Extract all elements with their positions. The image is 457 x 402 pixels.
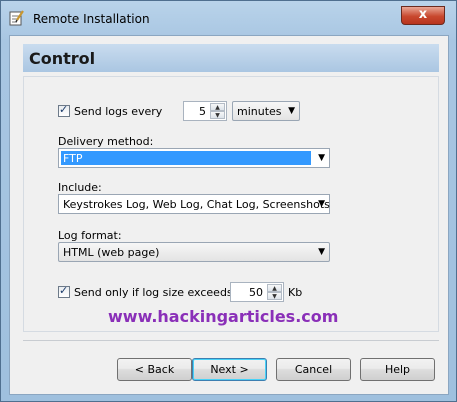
interval-unit-select[interactable]: minutes ▼ xyxy=(232,101,300,121)
checkmark-icon: ✓ xyxy=(59,284,69,297)
notepad-pencil-icon xyxy=(9,10,24,26)
interval-unit-value: minutes xyxy=(237,105,282,118)
log-format-label: Log format: xyxy=(58,229,122,242)
dropdown-arrow-icon: ▼ xyxy=(318,247,325,257)
help-button[interactable]: Help xyxy=(360,358,435,381)
send-logs-label: Send logs every xyxy=(74,105,163,118)
close-button[interactable]: x xyxy=(401,6,445,25)
include-value: Keystrokes Log, Web Log, Chat Log, Scree… xyxy=(63,198,330,211)
include-select[interactable]: Keystrokes Log, Web Log, Chat Log, Scree… xyxy=(58,194,330,214)
next-button[interactable]: Next > xyxy=(192,358,267,381)
back-button[interactable]: < Back xyxy=(117,358,192,381)
page-title: Control xyxy=(29,49,96,68)
cancel-button[interactable]: Cancel xyxy=(276,358,351,381)
include-label: Include: xyxy=(58,181,102,194)
spin-up-arrow-icon[interactable]: ▲ xyxy=(210,103,225,111)
checkmark-icon: ✓ xyxy=(59,103,69,116)
remote-installation-window: Remote Installation x Control ✓ Send log… xyxy=(0,0,457,402)
title-bar[interactable]: Remote Installation x xyxy=(1,1,456,35)
size-limit-checkbox[interactable]: ✓ xyxy=(58,284,70,298)
dropdown-arrow-icon: ▼ xyxy=(318,199,325,209)
log-format-select[interactable]: HTML (web page) ▼ xyxy=(58,242,330,262)
send-interval-value: 5 xyxy=(199,105,206,118)
control-settings-panel: ✓ Send logs every 5 ▲ ▼ minutes ▼ Delive… xyxy=(23,76,439,332)
dialog-client-area: Control ✓ Send logs every 5 ▲ ▼ minutes … xyxy=(9,35,449,395)
spin-up-arrow-icon[interactable]: ▲ xyxy=(267,284,282,292)
delivery-method-label: Delivery method: xyxy=(58,135,154,148)
button-separator xyxy=(23,340,439,341)
size-unit-label: Kb xyxy=(288,286,303,299)
dropdown-arrow-icon: ▼ xyxy=(318,153,325,163)
watermark-text: www.hackingarticles.com xyxy=(108,307,339,326)
delivery-method-value: FTP xyxy=(63,152,83,165)
spin-down-arrow-icon[interactable]: ▼ xyxy=(210,111,225,119)
send-logs-checkbox[interactable]: ✓ xyxy=(58,103,70,117)
dropdown-arrow-icon: ▼ xyxy=(288,106,295,116)
close-icon: x xyxy=(418,7,428,22)
size-limit-label: Send only if log size exceeds xyxy=(74,286,233,299)
window-title: Remote Installation xyxy=(33,12,150,26)
log-format-value: HTML (web page) xyxy=(63,246,160,259)
selection-highlight xyxy=(61,151,311,165)
send-interval-spinner[interactable]: 5 ▲ ▼ xyxy=(183,101,227,121)
delivery-method-select[interactable]: FTP ▼ xyxy=(58,148,330,168)
size-limit-spinner[interactable]: 50 ▲ ▼ xyxy=(230,282,284,302)
page-header: Control xyxy=(23,44,439,72)
size-limit-value: 50 xyxy=(249,286,263,299)
spin-down-arrow-icon[interactable]: ▼ xyxy=(267,292,282,300)
